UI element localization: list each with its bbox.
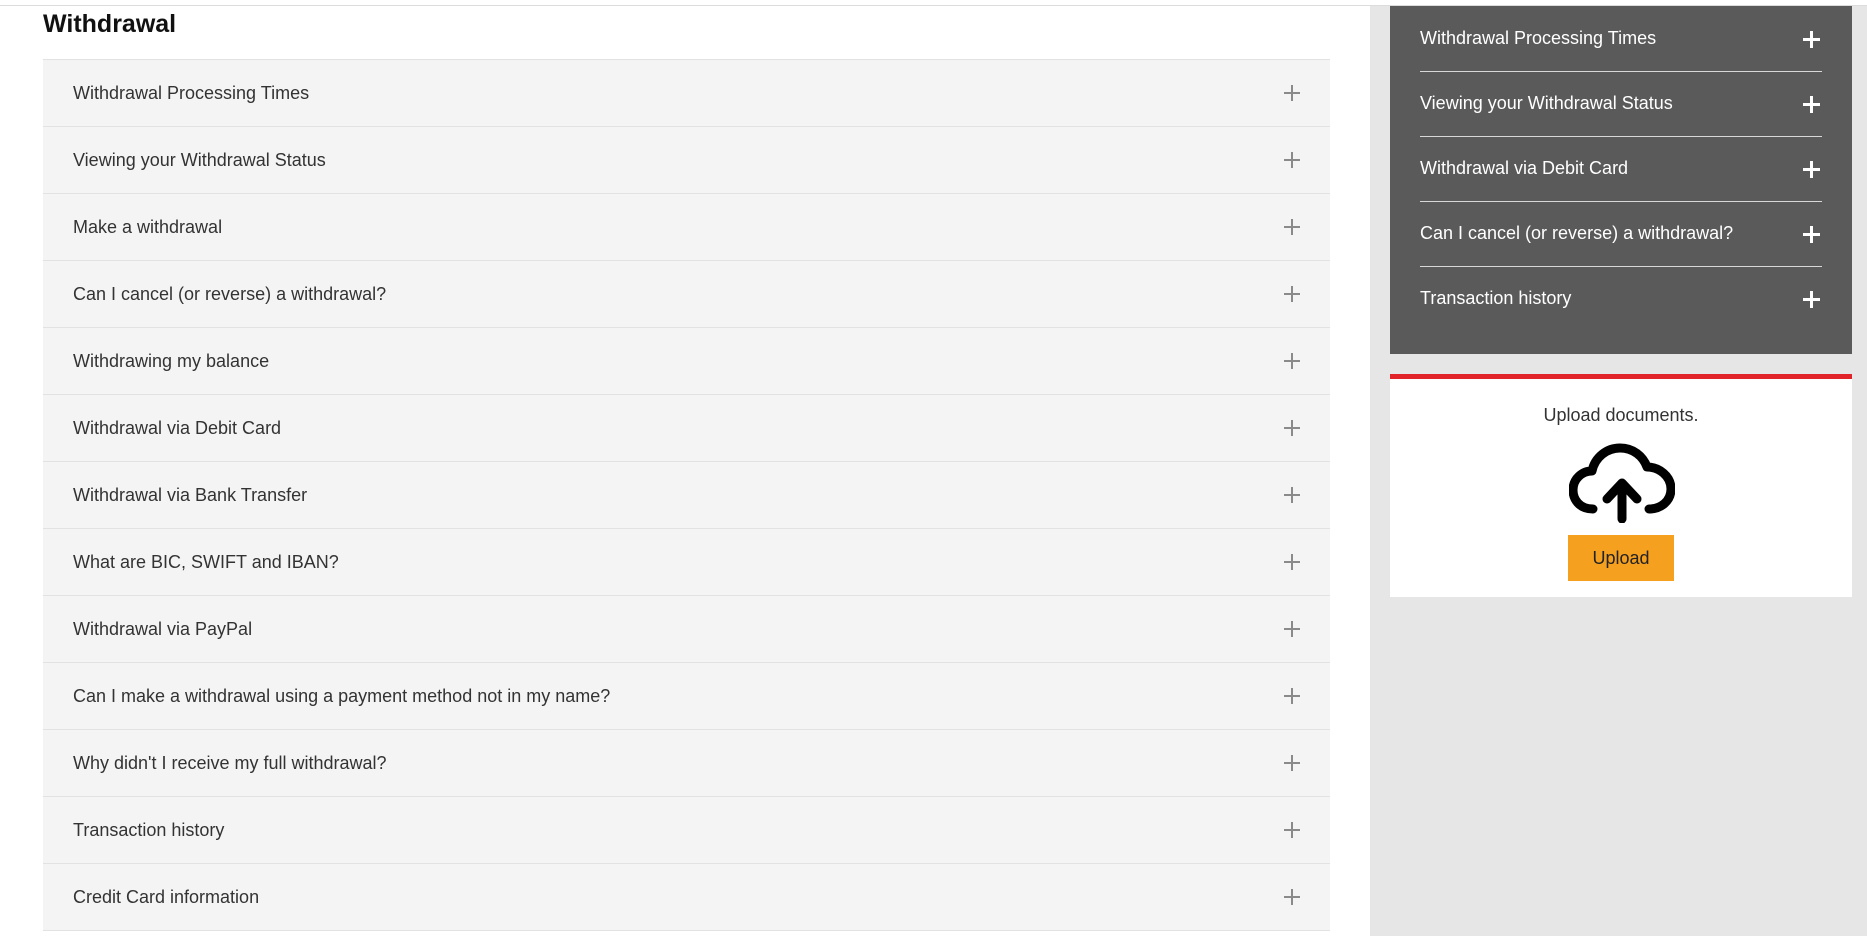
faq-item-label: Credit Card information: [73, 886, 260, 907]
faq-item-processing-times[interactable]: Withdrawal Processing Times: [43, 60, 1330, 127]
page: Withdrawal Withdrawal Processing Times V…: [0, 0, 1867, 936]
sidebar-item-transaction-history[interactable]: Transaction history: [1420, 266, 1822, 331]
faq-list: Withdrawal Processing Times Viewing your…: [43, 59, 1330, 931]
plus-icon[interactable]: [1803, 160, 1820, 178]
plus-icon[interactable]: [1284, 621, 1300, 637]
faq-item-label: Make a withdrawal: [73, 216, 223, 237]
faq-item-withdrawing-balance[interactable]: Withdrawing my balance: [43, 328, 1330, 395]
faq-item-full-withdrawal[interactable]: Why didn't I receive my full withdrawal?: [43, 730, 1330, 797]
faq-item-paypal[interactable]: Withdrawal via PayPal: [43, 596, 1330, 663]
faq-item-label: Can I cancel (or reverse) a withdrawal?: [73, 283, 387, 304]
plus-icon[interactable]: [1803, 30, 1820, 48]
plus-icon[interactable]: [1284, 487, 1300, 503]
sidebar-item-cancel-withdrawal[interactable]: Can I cancel (or reverse) a withdrawal?: [1420, 201, 1822, 267]
page-title: Withdrawal: [43, 10, 177, 38]
plus-icon[interactable]: [1284, 286, 1300, 302]
sidebar-item-label: Viewing your Withdrawal Status: [1420, 93, 1673, 113]
plus-icon[interactable]: [1284, 152, 1300, 168]
main-content: Withdrawal Withdrawal Processing Times V…: [0, 6, 1370, 936]
faq-item-label: Withdrawal via Debit Card: [73, 417, 282, 438]
plus-icon[interactable]: [1284, 554, 1300, 570]
plus-icon[interactable]: [1803, 95, 1820, 113]
plus-icon[interactable]: [1803, 225, 1820, 243]
faq-item-bank-transfer[interactable]: Withdrawal via Bank Transfer: [43, 462, 1330, 529]
plus-icon[interactable]: [1284, 755, 1300, 771]
faq-item-debit-card[interactable]: Withdrawal via Debit Card: [43, 395, 1330, 462]
faq-item-credit-card-information[interactable]: Credit Card information: [43, 864, 1330, 931]
upload-documents-text: Upload documents.: [1543, 405, 1699, 425]
cloud-upload-icon: [1569, 443, 1675, 523]
sidebar-item-debit-card[interactable]: Withdrawal via Debit Card: [1420, 136, 1822, 202]
faq-item-cancel-withdrawal[interactable]: Can I cancel (or reverse) a withdrawal?: [43, 261, 1330, 328]
plus-icon[interactable]: [1284, 420, 1300, 436]
related-topics-panel: Withdrawal Processing Times Viewing your…: [1390, 6, 1852, 354]
faq-item-withdrawal-status[interactable]: Viewing your Withdrawal Status: [43, 127, 1330, 194]
faq-item-label: Can I make a withdrawal using a payment …: [73, 685, 611, 706]
plus-icon[interactable]: [1284, 688, 1300, 704]
sidebar-item-label: Withdrawal via Debit Card: [1420, 158, 1629, 178]
faq-item-label: Withdrawal Processing Times: [73, 82, 310, 103]
upload-button[interactable]: Upload: [1568, 535, 1674, 581]
plus-icon[interactable]: [1284, 85, 1300, 101]
sidebar-item-label: Transaction history: [1420, 288, 1572, 308]
sidebar-item-processing-times[interactable]: Withdrawal Processing Times: [1420, 6, 1822, 72]
plus-icon[interactable]: [1284, 353, 1300, 369]
plus-icon[interactable]: [1284, 889, 1300, 905]
sidebar-item-label: Withdrawal Processing Times: [1420, 28, 1657, 48]
sidebar-item-withdrawal-status[interactable]: Viewing your Withdrawal Status: [1420, 71, 1822, 137]
faq-item-label: Viewing your Withdrawal Status: [73, 149, 326, 170]
faq-item-label: Transaction history: [73, 819, 225, 840]
faq-item-transaction-history[interactable]: Transaction history: [43, 797, 1330, 864]
sidebar-item-label: Can I cancel (or reverse) a withdrawal?: [1420, 223, 1734, 243]
faq-item-label: Withdrawal via Bank Transfer: [73, 484, 308, 505]
faq-item-label: What are BIC, SWIFT and IBAN?: [73, 551, 339, 572]
plus-icon[interactable]: [1284, 822, 1300, 838]
faq-item-label: Why didn't I receive my full withdrawal?: [73, 752, 387, 773]
faq-item-bic-swift-iban[interactable]: What are BIC, SWIFT and IBAN?: [43, 529, 1330, 596]
upload-documents-card: Upload documents. Upload: [1390, 374, 1852, 597]
faq-item-label: Withdrawal via PayPal: [73, 618, 253, 639]
faq-item-label: Withdrawing my balance: [73, 350, 270, 371]
plus-icon[interactable]: [1284, 219, 1300, 235]
sidebar: Withdrawal Processing Times Viewing your…: [1370, 6, 1867, 936]
faq-item-make-withdrawal[interactable]: Make a withdrawal: [43, 194, 1330, 261]
faq-item-payment-method-not-in-name[interactable]: Can I make a withdrawal using a payment …: [43, 663, 1330, 730]
plus-icon[interactable]: [1803, 290, 1820, 308]
